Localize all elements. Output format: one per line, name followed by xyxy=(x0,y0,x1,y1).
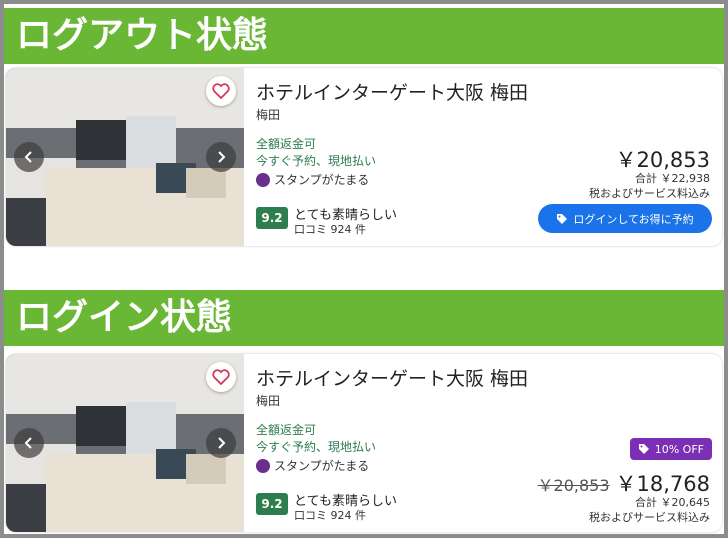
discount-label: 10% OFF xyxy=(654,442,704,456)
refund-policy: 全額返金可 xyxy=(256,423,317,437)
pay-later: 今すぐ予約、現地払い xyxy=(256,154,377,168)
page: ログアウト状態 ホテルインターゲート大阪 梅田 梅田 全額返金可 今すぐ予約、現… xyxy=(4,4,724,534)
hotel-photo xyxy=(6,354,244,532)
pay-later: 今すぐ予約、現地払い xyxy=(256,440,377,454)
login-to-save-button[interactable]: ログインしてお得に予約 xyxy=(538,204,712,233)
tag-icon xyxy=(557,213,568,224)
next-photo-arrow-icon[interactable] xyxy=(206,142,236,172)
hotel-card-login[interactable]: ホテルインターゲート大阪 梅田 梅田 全額返金可 今すぐ予約、現地払い スタンプ… xyxy=(6,354,722,532)
stamp-icon xyxy=(256,172,270,187)
refund-policy: 全額返金可 xyxy=(256,137,317,151)
original-price: ￥20,853 xyxy=(537,476,610,495)
tag-icon xyxy=(638,444,649,454)
discounted-price: ￥18,768 xyxy=(615,472,710,496)
review-count: 口コミ 924 件 xyxy=(294,509,366,522)
hotel-name[interactable]: ホテルインターゲート大阪 梅田 xyxy=(256,78,528,105)
total-price: 合計 ￥22,938 xyxy=(635,172,710,185)
stamp-info: スタンプがたまる xyxy=(256,171,369,188)
discount-badge: 10% OFF xyxy=(629,438,712,460)
stamp-label: スタンプがたまる xyxy=(274,459,370,473)
review-count: 口コミ 924 件 xyxy=(294,223,366,236)
stamp-icon xyxy=(256,458,270,473)
total-price: 合計 ￥20,645 xyxy=(635,496,710,509)
rating-score-badge: 9.2 xyxy=(256,493,288,515)
tax-note: 税およびサービス料込み xyxy=(589,511,710,524)
favorite-heart-icon[interactable] xyxy=(206,76,236,106)
section-heading-logout: ログアウト状態 xyxy=(4,8,724,64)
hotel-card-logout[interactable]: ホテルインターゲート大阪 梅田 梅田 全額返金可 今すぐ予約、現地払い スタンプ… xyxy=(6,68,722,246)
stamp-label: スタンプがたまる xyxy=(274,173,370,187)
favorite-heart-icon[interactable] xyxy=(206,362,236,392)
prev-photo-arrow-icon[interactable] xyxy=(14,428,44,458)
hotel-name[interactable]: ホテルインターゲート大阪 梅田 xyxy=(256,364,528,391)
tax-note: 税およびサービス料込み xyxy=(589,187,710,200)
hotel-area: 梅田 xyxy=(256,394,281,408)
hotel-area: 梅田 xyxy=(256,108,281,122)
login-button-label: ログインしてお得に予約 xyxy=(573,212,694,226)
prev-photo-arrow-icon[interactable] xyxy=(14,142,44,172)
hotel-photo xyxy=(6,68,244,246)
section-heading-login: ログイン状態 xyxy=(4,290,724,346)
rating-score-badge: 9.2 xyxy=(256,207,288,229)
stamp-info: スタンプがたまる xyxy=(256,457,369,474)
next-photo-arrow-icon[interactable] xyxy=(206,428,236,458)
